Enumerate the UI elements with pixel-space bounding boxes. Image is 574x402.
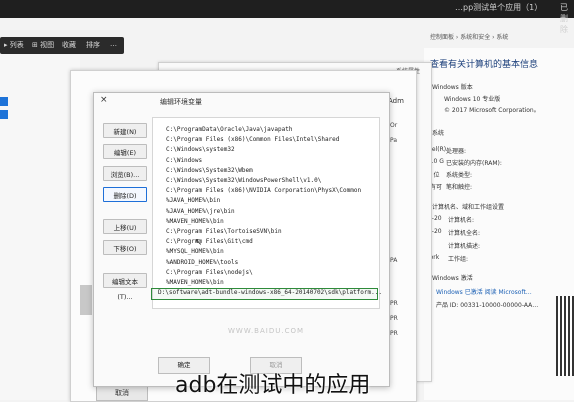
app-tile-icon[interactable]	[0, 97, 8, 106]
path-list-item[interactable]: C:\Windows\system32	[166, 146, 235, 153]
edition-value: Windows 10 专业版	[444, 96, 501, 103]
delete-button[interactable]: 删除(D)	[103, 187, 147, 202]
window-title: …pp测试单个应用（1）	[455, 3, 543, 12]
breadcrumb[interactable]: 控制面板 › 系统和安全 › 系统	[430, 32, 508, 41]
computer-section-label: 计算机名、域和工作组设置	[432, 204, 505, 211]
status-text: 已删除	[560, 3, 568, 34]
path-list-item[interactable]: %MAVEN_HOME%\bin	[166, 279, 224, 286]
user-variables-label: Adm	[388, 97, 404, 105]
ram-label: 已安装的内存(RAM):	[446, 160, 502, 167]
full-name-label: 计算机全名:	[448, 230, 481, 237]
toolbar-item-more[interactable]: …	[110, 40, 117, 48]
toolbar-item-list[interactable]: ▸ 列表	[4, 40, 24, 50]
move-down-button[interactable]: 下移(O)	[103, 240, 147, 255]
mouse-cursor-icon: ↖	[194, 237, 203, 248]
path-list-item[interactable]: C:\Program Files\nodejs\	[166, 269, 253, 276]
browse-button[interactable]: 浏览(B)...	[103, 166, 147, 181]
toolbar-item-sort[interactable]: 排序	[86, 40, 100, 50]
watermark: WWW.BAIDU.COM	[228, 327, 305, 335]
toolbar-item-view[interactable]: ⊞ 视图	[32, 40, 54, 50]
path-list-item[interactable]: C:\ProgramData\Oracle\Java\javapath	[166, 126, 292, 133]
path-list-item[interactable]: %ANDROID_HOME%\tools	[166, 259, 238, 266]
path-list-item[interactable]: C:\Program Files\TortoiseSVN\bin	[166, 228, 282, 235]
path-list-item[interactable]: C:\Windows\System32\WindowsPowerShell\v1…	[166, 177, 321, 184]
path-list-item[interactable]: %MAVEN_HOME%\bin	[166, 218, 224, 225]
workgroup-label: 工作组:	[448, 256, 469, 263]
path-list-item[interactable]: C:\Windows	[166, 157, 202, 164]
variable-name[interactable]: Pa	[390, 137, 397, 144]
move-up-button[interactable]: 上移(U)	[103, 219, 147, 234]
left-page-panel	[0, 54, 80, 400]
explorer-toolbar: ▸ 列表 ⊞ 视图 收藏 排序 …	[0, 37, 124, 54]
variable-name[interactable]: PA	[390, 257, 397, 264]
close-icon[interactable]: ×	[100, 95, 108, 105]
processor-label: 处理器:	[446, 148, 467, 155]
copyright-text: © 2017 Microsoft Corporation。	[444, 107, 540, 114]
path-list-item[interactable]: %JAVA_HOME%\bin	[166, 197, 220, 204]
qr-code-image	[556, 296, 574, 376]
description-label: 计算机描述:	[448, 243, 481, 250]
product-id: 产品 ID: 00331-10000-00000-AA…	[436, 302, 539, 309]
image-caption: adb在测试中的应用	[175, 373, 371, 398]
variable-name[interactable]: PR	[390, 300, 398, 307]
system-type-label: 系统类型:	[446, 172, 473, 179]
activation-section-label: Windows 激活	[432, 275, 473, 282]
toolbar-item-favorites[interactable]: 收藏	[62, 40, 76, 50]
envvars-cancel-button[interactable]: 取消	[96, 385, 148, 401]
edition-label: Windows 版本	[432, 84, 473, 91]
window-top-strip: …pp测试单个应用（1） 已删除	[0, 0, 574, 34]
path-list-item[interactable]: C:\Program Files (x86)\Common Files\Inte…	[166, 136, 339, 143]
variable-name[interactable]: Or	[390, 122, 397, 129]
path-list-item[interactable]: C:\Windows\System32\Wbem	[166, 167, 253, 174]
variable-name[interactable]: PR	[390, 330, 398, 337]
path-list-item[interactable]: C:\Program Files (x86)\NVIDIA Corporatio…	[166, 187, 361, 194]
dialog-title: 编辑环境变量	[160, 98, 202, 106]
page-title: 查看有关计算机的基本信息	[430, 60, 539, 70]
app-tile-icon[interactable]	[0, 110, 8, 119]
variable-name[interactable]: PR	[390, 315, 398, 322]
system-section-label: 系统	[432, 130, 445, 137]
path-list-item[interactable]: C:\Program Files\Git\cmd	[166, 238, 253, 245]
new-button[interactable]: 新建(N)	[103, 123, 147, 138]
computer-name-label: 计算机名:	[448, 217, 475, 224]
path-list-item[interactable]: %MYSQL_HOME%\bin	[166, 248, 224, 255]
edit-text-button[interactable]: 编辑文本(T)...	[103, 273, 147, 301]
edit-button[interactable]: 编辑(E)	[103, 144, 147, 159]
activation-status[interactable]: Windows 已激活 阅读 Microsoft…	[436, 287, 532, 296]
scrollbar[interactable]	[80, 285, 92, 315]
pen-touch-label: 笔和触控:	[446, 184, 473, 191]
selected-path-entry[interactable]: D:\software\adt-bundle-windows-x86_64-20…	[158, 289, 382, 296]
path-list-item[interactable]: %JAVA_HOME%\jre\bin	[166, 208, 235, 215]
